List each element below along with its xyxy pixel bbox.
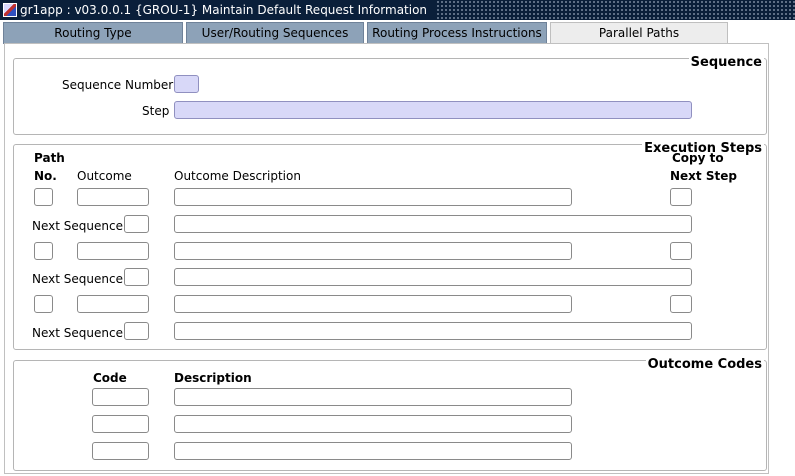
sequence-number-label: Sequence Number	[62, 78, 174, 92]
tab-routing-process-instructions[interactable]: Routing Process Instructions	[367, 22, 547, 44]
next-step-column-header: Next Step	[670, 169, 737, 183]
outcome-column-header: Outcome	[77, 169, 132, 183]
path-no-field[interactable]	[34, 295, 53, 313]
copy-to-next-step-checkbox[interactable]	[670, 188, 692, 206]
outcome-code-field[interactable]	[92, 388, 149, 406]
tab-strip: Routing Type User/Routing Sequences Rout…	[0, 20, 795, 44]
outcome-code-field[interactable]	[92, 442, 149, 460]
outcome-code-description-field[interactable]	[174, 388, 572, 406]
copy-to-column-header: Copy to	[672, 151, 724, 165]
sequence-number-field[interactable]	[174, 75, 199, 93]
app-icon	[3, 3, 17, 17]
step-field[interactable]	[174, 101, 692, 119]
description-column-header: Description	[174, 371, 252, 385]
title-bar-content: gr1app : v03.0.0.1 {GROU-1} Maintain Def…	[0, 0, 436, 20]
next-sequence-field[interactable]	[124, 215, 149, 233]
outcome-code-description-field[interactable]	[174, 415, 572, 433]
outcome-code-field[interactable]	[92, 415, 149, 433]
copy-to-next-step-checkbox[interactable]	[670, 242, 692, 260]
next-sequence-label: Next Sequence	[32, 272, 123, 286]
path-column-header: Path	[34, 151, 65, 165]
path-no-field[interactable]	[34, 188, 53, 206]
title-bar: gr1app : v03.0.0.1 {GROU-1} Maintain Def…	[0, 0, 795, 20]
outcome-field[interactable]	[77, 188, 149, 206]
step-label: Step	[142, 104, 170, 118]
next-sequence-field[interactable]	[124, 322, 149, 340]
main-panel: Sequence Sequence Number Step Execution …	[4, 43, 769, 474]
outcome-description-field[interactable]	[174, 295, 572, 313]
execution-steps-section: Execution Steps Path No. Outcome Outcome…	[13, 141, 767, 350]
tab-parallel-paths[interactable]: Parallel Paths	[550, 22, 728, 44]
next-sequence-label: Next Sequence	[32, 326, 123, 340]
outcome-codes-title: Outcome Codes	[645, 357, 764, 372]
outcome-field[interactable]	[77, 295, 149, 313]
code-column-header: Code	[93, 371, 127, 385]
outcome-codes-section: Outcome Codes Code Description	[13, 357, 767, 471]
next-sequence-field[interactable]	[124, 268, 149, 286]
next-sequence-label: Next Sequence	[32, 219, 123, 233]
window-title: gr1app : v03.0.0.1 {GROU-1} Maintain Def…	[20, 3, 428, 17]
next-sequence-description-field[interactable]	[174, 268, 692, 286]
outcome-description-field[interactable]	[174, 188, 572, 206]
outcome-field[interactable]	[77, 242, 149, 260]
tab-routing-type[interactable]: Routing Type	[3, 22, 183, 44]
next-sequence-description-field[interactable]	[174, 322, 692, 340]
outcome-code-description-field[interactable]	[174, 442, 572, 460]
outcome-description-column-header: Outcome Description	[174, 169, 301, 183]
outcome-description-field[interactable]	[174, 242, 572, 260]
no-column-header: No.	[34, 169, 57, 183]
path-no-field[interactable]	[34, 242, 53, 260]
next-sequence-description-field[interactable]	[174, 215, 692, 233]
sequence-section-title: Sequence	[688, 55, 764, 70]
copy-to-next-step-checkbox[interactable]	[670, 295, 692, 313]
sequence-section: Sequence Sequence Number Step	[13, 55, 767, 135]
tab-user-routing-sequences[interactable]: User/Routing Sequences	[186, 22, 364, 44]
